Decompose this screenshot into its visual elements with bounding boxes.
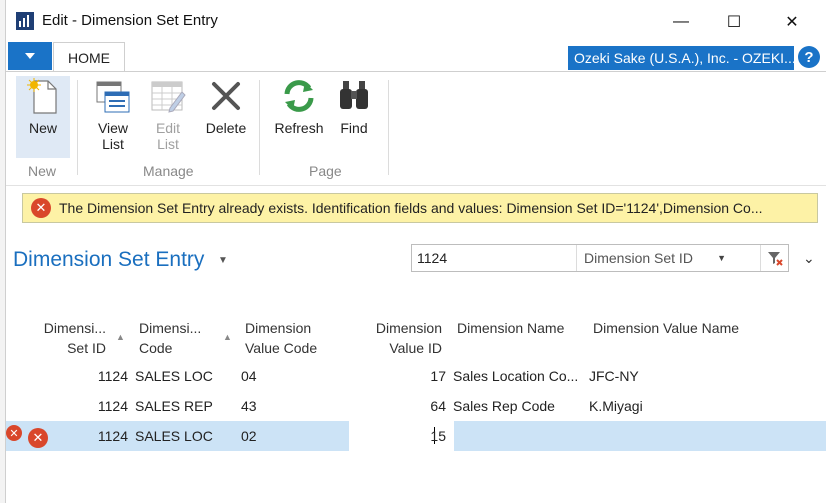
close-button[interactable]: ✕ (770, 8, 814, 36)
cell-dimension-name[interactable]: Sales Rep Code (453, 398, 555, 414)
cell-value-id[interactable]: 17 (386, 368, 446, 384)
company-name[interactable]: Ozeki Sake (U.S.A.), Inc. - OZEKI... (568, 46, 794, 70)
filter-field-label: Dimension Set ID (584, 250, 693, 266)
find-label: Find (340, 120, 368, 136)
new-label: New (28, 120, 57, 136)
cell-value-code[interactable]: 43 (241, 398, 257, 414)
refresh-icon (279, 76, 319, 116)
ribbon-separator (77, 80, 78, 175)
row-error-icon: ✕ (6, 425, 22, 441)
expand-chevron-icon[interactable]: ⌄ (803, 250, 815, 267)
edit-list-button[interactable]: Edit List (146, 76, 190, 152)
filter-value-input[interactable] (412, 245, 577, 271)
cell-set-id[interactable]: 1124 (66, 428, 128, 444)
cell-value-code[interactable]: 04 (241, 368, 257, 384)
edit-list-label-line2: List (157, 136, 179, 152)
view-list-icon (93, 76, 133, 116)
view-list-label-line2: List (102, 136, 124, 152)
cell-code[interactable]: SALES REP (135, 398, 213, 414)
delete-button[interactable]: Delete (201, 76, 251, 136)
find-button[interactable]: Find (336, 76, 372, 136)
edit-list-icon (148, 76, 188, 116)
refresh-button[interactable]: Refresh (272, 76, 326, 136)
delete-x-icon (206, 76, 246, 116)
cell-set-id[interactable]: 1124 (66, 368, 128, 384)
cell-value-code[interactable]: 02 (241, 428, 257, 444)
filter-field-select[interactable]: Dimension Set ID ▼ (577, 245, 760, 271)
cell-code[interactable]: SALES LOC (135, 368, 213, 384)
cell-set-id[interactable]: 1124 (66, 398, 128, 414)
sort-ascending-icon: ▲ (116, 332, 125, 342)
table-row-selected[interactable]: ✕ ✕ 1124 SALES LOC 02 15 (6, 421, 826, 451)
cell-dimension-value-name[interactable]: K.Miyagi (589, 398, 643, 414)
new-button[interactable]: New (16, 76, 70, 158)
dimension-set-entry-window: Edit - Dimension Set Entry — ☐ ✕ HOME Oz… (5, 0, 826, 503)
cell-dimension-name[interactable]: Sales Location Co... (453, 368, 578, 384)
title-bar: Edit - Dimension Set Entry — ☐ ✕ (6, 0, 826, 42)
column-header-value-id[interactable]: Dimension Value ID (356, 318, 442, 358)
clear-filter-button[interactable] (760, 245, 788, 271)
view-list-label-line1: View (97, 120, 129, 136)
ribbon-tab-row: HOME Ozeki Sake (U.S.A.), Inc. - OZEKI..… (6, 42, 826, 72)
column-header-dimension-value-name[interactable]: Dimension Value Name (593, 318, 773, 338)
page-title-caret-icon[interactable]: ▼ (218, 255, 228, 266)
sort-ascending-icon: ▲ (223, 332, 232, 342)
cell-value-id[interactable]: 15 (386, 428, 446, 444)
new-document-icon (23, 76, 63, 116)
chevron-down-icon: ▼ (717, 253, 726, 263)
column-header-dimension-name[interactable]: Dimension Name (457, 318, 587, 338)
cell-value-id[interactable]: 64 (386, 398, 446, 414)
table-row[interactable]: 1124 SALES LOC 04 17 Sales Location Co..… (6, 361, 826, 391)
ribbon: New View List Edit List Delete Refresh F… (6, 71, 826, 186)
window-title: Edit - Dimension Set Entry (42, 12, 218, 29)
group-label-new: New (28, 163, 57, 179)
group-label-page: Page (309, 163, 342, 179)
error-notification-bar: ✕ The Dimension Set Entry already exists… (22, 193, 818, 223)
minimize-button[interactable]: — (659, 8, 703, 36)
tab-home[interactable]: HOME (53, 42, 125, 72)
ribbon-separator (388, 80, 389, 175)
delete-label: Delete (205, 120, 247, 136)
row-error-icon: ✕ (28, 428, 48, 448)
cell-dimension-value-name[interactable]: JFC-NY (589, 368, 639, 384)
table-row[interactable]: 1124 SALES REP 43 64 Sales Rep Code K.Mi… (6, 391, 826, 421)
edit-list-label-line1: Edit (155, 120, 181, 136)
clear-filter-icon (767, 252, 783, 266)
page-title[interactable]: Dimension Set Entry (13, 248, 204, 272)
refresh-label: Refresh (274, 120, 324, 136)
application-menu-button[interactable] (8, 42, 52, 70)
ribbon-separator (259, 80, 260, 175)
help-button[interactable]: ? (798, 46, 820, 68)
column-header-set-id[interactable]: Dimensi... Set ID (28, 318, 106, 358)
error-message: The Dimension Set Entry already exists. … (59, 200, 763, 216)
error-icon: ✕ (31, 198, 51, 218)
group-label-manage: Manage (143, 163, 194, 179)
maximize-button[interactable]: ☐ (712, 8, 756, 36)
caret-down-icon (25, 53, 35, 59)
app-chart-icon (16, 12, 34, 30)
view-list-button[interactable]: View List (91, 76, 135, 152)
binoculars-icon (334, 76, 374, 116)
column-header-code[interactable]: Dimensi... Code (139, 318, 219, 358)
cell-code[interactable]: SALES LOC (135, 428, 213, 444)
filter-bar: Dimension Set ID ▼ (411, 244, 789, 272)
column-header-value-code[interactable]: Dimension Value Code (245, 318, 345, 358)
grid-header: Dimensi... Set ID ▲ Dimensi... Code ▲ Di… (6, 310, 826, 362)
